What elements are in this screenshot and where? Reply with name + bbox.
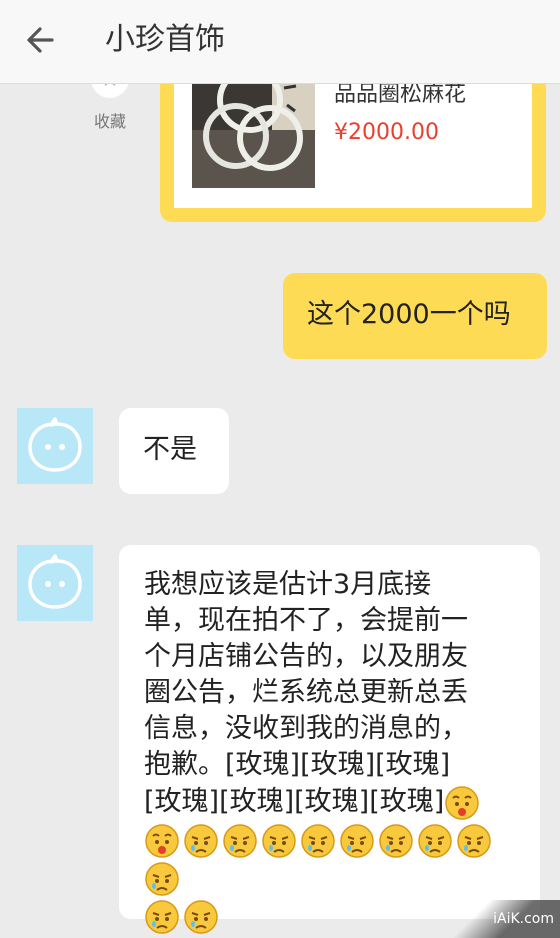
message-line: 个月店铺公告的，以及朋友 (144, 641, 468, 672)
emoji-row (144, 821, 524, 897)
message-line: 圈公告，烂系统总更新总丢 (144, 677, 468, 708)
message-line: [玫瑰][玫瑰][玫瑰][玫瑰] (144, 786, 445, 817)
their-message-bubble[interactable]: 不是 (119, 408, 229, 494)
my-message-bubble[interactable]: 这个2000一个吗 (283, 273, 547, 359)
message-line: 信息，没收到我的消息的， (144, 713, 468, 744)
avatar[interactable] (17, 408, 93, 484)
sad-face-icon (457, 824, 491, 858)
product-price: ¥2000.00 (334, 120, 439, 145)
message-text: 不是 (143, 434, 197, 465)
favorite-label: 收藏 (93, 112, 126, 131)
chat-title: 小珍首饰 (105, 22, 225, 57)
sad-face-icon (340, 824, 374, 858)
avatar[interactable] (17, 545, 93, 621)
sad-face-icon (418, 824, 452, 858)
dizzy-face-icon (145, 824, 179, 858)
message-line: 我想应该是估计3月底接 (144, 569, 432, 600)
chat-header: 小珍首饰 (0, 0, 560, 84)
sad-face-icon (223, 824, 257, 858)
their-message-bubble[interactable]: 我想应该是估计3月底接 单，现在拍不了，会提前一 个月店铺公告的，以及朋友 圈公… (119, 545, 540, 934)
sad-face-icon (184, 900, 218, 934)
sad-face-icon (145, 900, 179, 934)
message-text: 这个2000一个吗 (307, 299, 511, 330)
sad-face-icon (301, 824, 335, 858)
sad-face-icon (145, 862, 179, 896)
message-line: 抱歉。[玫瑰][玫瑰][玫瑰] (144, 749, 451, 780)
message-line: 单，现在拍不了，会提前一 (144, 605, 468, 636)
message-text: 我想应该是估计3月底接 单，现在拍不了，会提前一 个月店铺公告的，以及朋友 圈公… (144, 567, 524, 935)
watermark: iAiK.com (444, 900, 560, 938)
back-arrow-icon[interactable] (22, 20, 66, 60)
sad-face-icon (379, 824, 413, 858)
sad-face-icon (262, 824, 296, 858)
dizzy-face-icon (445, 786, 480, 820)
sad-face-icon (184, 824, 218, 858)
